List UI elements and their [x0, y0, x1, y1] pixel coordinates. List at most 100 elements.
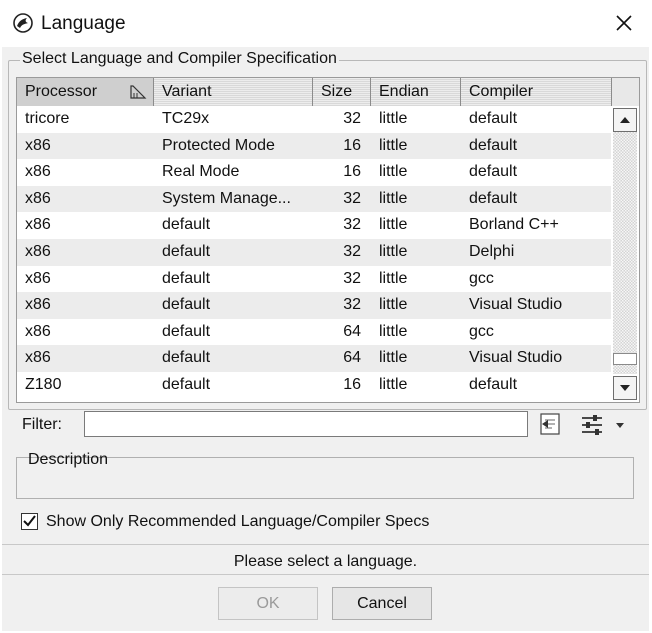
language-fieldset-legend: Select Language and Compiler Specificati… — [20, 50, 339, 68]
column-header-processor[interactable]: Processor — [17, 78, 154, 106]
scroll-track[interactable] — [613, 132, 637, 374]
cell-compiler: gcc — [469, 322, 494, 340]
cell-variant: default — [162, 349, 211, 367]
table-body: tricore TC29x 32 little default x86 Prot… — [17, 106, 611, 399]
table-row[interactable]: tricore TC29x 32 little default — [17, 106, 611, 133]
column-header-size[interactable]: Size — [313, 78, 371, 106]
window-title: Language — [41, 13, 126, 34]
cell-endian: little — [379, 242, 408, 260]
filter-settings-icon — [582, 415, 624, 435]
cell-processor: x86 — [25, 216, 51, 234]
column-header-compiler[interactable]: Compiler — [461, 78, 611, 106]
cell-endian: little — [379, 163, 408, 181]
cell-compiler: default — [469, 163, 518, 181]
close-button[interactable] — [606, 8, 642, 38]
cell-size: 32 — [343, 189, 361, 207]
column-header-variant[interactable]: Variant — [154, 78, 313, 106]
column-label: Compiler — [469, 83, 534, 100]
cell-processor: x86 — [25, 269, 51, 287]
scroll-down-button[interactable] — [613, 376, 637, 400]
cell-endian: little — [379, 349, 408, 367]
cell-endian: little — [379, 296, 408, 314]
cell-endian: little — [379, 322, 408, 340]
arrow-up-icon — [620, 117, 630, 123]
filter-input[interactable] — [84, 411, 528, 437]
cell-endian: little — [379, 136, 408, 154]
table-row[interactable]: x86 default 32 little gcc — [17, 266, 611, 293]
column-label: Variant — [162, 83, 212, 100]
cell-variant: TC29x — [162, 110, 210, 127]
cell-variant: Real Mode — [162, 163, 240, 181]
cell-variant: System Manage... — [162, 189, 291, 207]
cell-size: 16 — [343, 375, 361, 393]
cell-processor: Z180 — [25, 375, 62, 393]
recommended-only-label[interactable]: Show Only Recommended Language/Compiler … — [46, 513, 429, 531]
cell-processor: x86 — [25, 136, 51, 154]
clear-filter-icon — [540, 413, 560, 435]
vertical-scrollbar[interactable] — [611, 106, 639, 402]
cell-endian: little — [379, 189, 408, 207]
column-label: Processor — [25, 83, 98, 100]
cell-compiler: gcc — [469, 269, 494, 287]
description-legend: Description — [28, 451, 109, 468]
dragon-app-icon — [13, 13, 33, 33]
cell-processor: x86 — [25, 189, 51, 207]
filter-options-button[interactable] — [578, 413, 626, 437]
cancel-button[interactable]: Cancel — [332, 587, 432, 620]
cell-variant: Protected Mode — [162, 136, 275, 154]
table-row[interactable]: Z180 default 16 little default — [17, 372, 611, 399]
table-row[interactable]: x86 default 64 little Visual Studio — [17, 345, 611, 372]
clear-filter-button[interactable] — [538, 411, 564, 437]
ok-button[interactable]: OK — [218, 587, 318, 620]
cell-size: 32 — [343, 296, 361, 314]
title-bar: Language — [0, 0, 652, 46]
cell-compiler: Delphi — [469, 242, 515, 260]
cell-endian: little — [379, 375, 408, 393]
column-header-endian[interactable]: Endian — [371, 78, 461, 106]
scroll-thumb[interactable] — [613, 353, 637, 365]
cell-size: 64 — [343, 349, 361, 367]
status-text: Please select a language. — [233, 553, 418, 570]
close-icon — [616, 15, 632, 31]
cell-processor: x86 — [25, 296, 51, 314]
cell-variant: default — [162, 322, 211, 340]
cell-compiler: Visual Studio — [469, 349, 563, 367]
table-row[interactable]: x86 default 32 little Visual Studio — [17, 292, 611, 319]
cell-variant: default — [162, 296, 211, 314]
cell-processor: tricore — [25, 110, 70, 127]
cell-size: 16 — [343, 136, 361, 154]
cell-endian: little — [379, 269, 408, 287]
cell-compiler: Visual Studio — [469, 296, 563, 314]
arrow-down-icon — [620, 385, 630, 391]
cell-compiler: default — [469, 375, 518, 393]
cell-compiler: default — [469, 189, 518, 207]
table-row[interactable]: x86 System Manage... 32 little default — [17, 185, 611, 213]
cell-size: 64 — [343, 322, 361, 340]
cell-size: 32 — [343, 216, 361, 234]
cell-compiler: default — [469, 110, 518, 127]
cell-endian: little — [379, 216, 408, 234]
cell-endian: little — [379, 110, 408, 127]
filter-label: Filter: — [22, 416, 62, 433]
table-row[interactable]: x86 Real Mode 16 little default — [17, 159, 611, 186]
cell-processor: x86 — [25, 322, 51, 340]
cell-size: 32 — [343, 110, 361, 127]
header-corner — [611, 78, 639, 106]
language-table: Processor Variant Size Endian Compiler t… — [16, 77, 640, 403]
table-row[interactable]: x86 default 32 little Borland C++ — [17, 212, 611, 239]
cell-processor: x86 — [25, 242, 51, 260]
table-row[interactable]: x86 default 64 little gcc — [17, 319, 611, 346]
scroll-up-button[interactable] — [613, 108, 637, 132]
cell-size: 32 — [343, 242, 361, 260]
table-row[interactable]: x86 Protected Mode 16 little default — [17, 132, 611, 160]
recommended-only-checkbox[interactable] — [21, 513, 38, 530]
table-header: Processor Variant Size Endian Compiler — [17, 78, 611, 106]
cell-compiler: default — [469, 136, 518, 154]
sort-ascending-icon — [130, 85, 147, 99]
cell-processor: x86 — [25, 349, 51, 367]
checkmark-icon — [23, 515, 36, 527]
cell-variant: default — [162, 269, 211, 287]
table-row[interactable]: x86 default 32 little Delphi — [17, 238, 611, 266]
cell-variant: default — [162, 242, 211, 260]
divider — [2, 544, 649, 545]
